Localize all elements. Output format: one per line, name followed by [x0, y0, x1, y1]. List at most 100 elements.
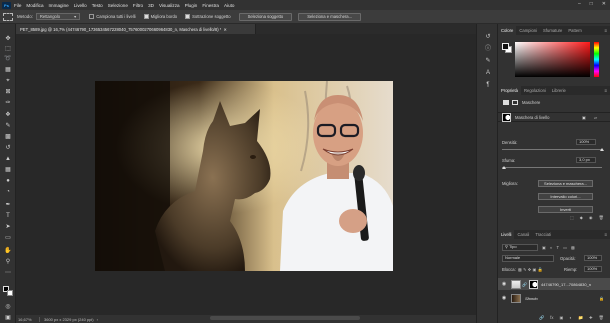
- tab-patterns[interactable]: Pattern: [565, 26, 585, 35]
- eraser-tool-icon[interactable]: ▲: [4, 156, 12, 163]
- document-image[interactable]: [95, 81, 393, 271]
- path-selection-tool-icon[interactable]: ➤: [4, 224, 12, 231]
- crop-tool-icon[interactable]: ⌖: [4, 78, 12, 85]
- type-tool-icon[interactable]: T: [4, 213, 12, 220]
- horizontal-scrollbar[interactable]: [210, 316, 360, 320]
- brush-tool-icon[interactable]: ✎: [4, 123, 12, 130]
- apply-mask-icon[interactable]: ◆: [580, 215, 583, 221]
- blur-tool-icon[interactable]: ●: [4, 178, 12, 185]
- quick-mask-icon[interactable]: ◎: [4, 304, 12, 311]
- tab-color[interactable]: Colore: [498, 26, 517, 35]
- tab-properties[interactable]: Proprietà: [498, 86, 521, 95]
- menu-filter[interactable]: Filtro: [133, 3, 143, 8]
- paragraph-panel-icon[interactable]: ¶: [484, 82, 492, 89]
- add-mask-icon[interactable]: ▣: [582, 115, 586, 120]
- maximize-icon[interactable]: □: [590, 1, 593, 7]
- fill-input[interactable]: 100%: [584, 266, 602, 272]
- color-picker-field[interactable]: [515, 42, 590, 77]
- panel-menu-icon[interactable]: ≡: [604, 88, 607, 93]
- lock-icons[interactable]: ▩ ✎ ✥ ▣ 🔒: [518, 267, 543, 273]
- history-panel-icon[interactable]: ↺: [484, 34, 492, 41]
- blend-mode-select[interactable]: Normale: [502, 255, 554, 262]
- brush-panel-icon[interactable]: ✎: [484, 58, 492, 65]
- layer-row-background[interactable]: ◉ Sfondo 🔒: [498, 292, 610, 304]
- clone-stamp-tool-icon[interactable]: ▩: [4, 134, 12, 141]
- menu-view[interactable]: Visualizza: [159, 3, 180, 8]
- dodge-tool-icon[interactable]: ◔: [4, 189, 12, 196]
- link-icon[interactable]: 🔗: [522, 282, 527, 287]
- density-slider-knob[interactable]: [600, 148, 604, 151]
- sample-all-layers-checkbox[interactable]: Campiona tutti i livelli: [89, 14, 136, 19]
- menu-layer[interactable]: Livello: [74, 3, 87, 8]
- visibility-icon[interactable]: ◉: [589, 215, 593, 221]
- menu-image[interactable]: Immagine: [49, 3, 69, 8]
- layer-row-portrait[interactable]: ◉ 🔗 44746790_17...70864830_n: [498, 278, 610, 290]
- mask-thumbnail[interactable]: [502, 112, 511, 122]
- move-tool-icon[interactable]: ✥: [4, 36, 12, 43]
- menu-3d[interactable]: 3D: [148, 3, 154, 8]
- eye-icon[interactable]: ◉: [500, 295, 508, 301]
- tab-swatches[interactable]: Campioni: [516, 26, 540, 35]
- tab-channels[interactable]: Canali: [514, 230, 532, 239]
- color-range-button[interactable]: Intervallo colori...: [538, 193, 593, 200]
- load-selection-icon[interactable]: ⬚: [570, 215, 574, 221]
- layer-name[interactable]: 44746790_17...70864830_n: [541, 282, 591, 287]
- info-panel-icon[interactable]: ⓘ: [484, 46, 492, 53]
- method-select[interactable]: Rettangolo ▾: [35, 13, 81, 20]
- minimize-icon[interactable]: –: [578, 1, 581, 7]
- panel-menu-icon[interactable]: ≡: [604, 28, 607, 33]
- feather-input[interactable]: 3,0 px: [576, 157, 596, 163]
- lock-icon[interactable]: 🔒: [599, 296, 604, 301]
- density-input[interactable]: 100%: [576, 139, 596, 145]
- tab-libraries[interactable]: Librerie: [549, 86, 569, 95]
- feather-slider[interactable]: [502, 167, 602, 168]
- type-filter-icon[interactable]: T: [557, 245, 560, 250]
- vector-mask-add-icon[interactable]: ▱: [594, 115, 597, 120]
- rectangle-tool-icon[interactable]: ▭: [4, 235, 12, 242]
- tab-paths[interactable]: Tracciati: [532, 230, 554, 239]
- trash-icon[interactable]: 🗑: [599, 215, 604, 221]
- pixel-mask-icon[interactable]: [503, 100, 509, 105]
- menu-help[interactable]: Aiuto: [224, 3, 234, 8]
- menu-edit[interactable]: Modifica: [26, 3, 43, 8]
- link-layers-icon[interactable]: 🔗: [539, 315, 544, 321]
- hue-slider[interactable]: [594, 42, 599, 77]
- foreground-color-swatch[interactable]: [502, 43, 509, 50]
- adjustment-layer-icon[interactable]: ◐: [569, 315, 572, 321]
- lasso-tool-icon[interactable]: ➰: [4, 56, 12, 63]
- menu-file[interactable]: File: [14, 3, 21, 8]
- menu-window[interactable]: Finestra: [202, 3, 219, 8]
- eyedropper-tool-icon[interactable]: ✑: [4, 100, 12, 107]
- subtract-subject-checkbox[interactable]: Sottrazione soggetto: [185, 14, 231, 19]
- document-tab[interactable]: PET_8589.jpg @ 16,7% (44746790_173653456…: [16, 24, 256, 34]
- layer-mask-thumbnail[interactable]: [528, 279, 538, 289]
- healing-brush-tool-icon[interactable]: ❖: [4, 112, 12, 119]
- trash-icon[interactable]: 🗑: [599, 315, 604, 321]
- adjustment-filter-icon[interactable]: ◐: [550, 245, 553, 250]
- close-icon[interactable]: ✕: [602, 1, 606, 7]
- character-panel-icon[interactable]: A: [484, 70, 492, 77]
- opacity-input[interactable]: 100%: [584, 255, 602, 261]
- gradient-tool-icon[interactable]: ▦: [4, 167, 12, 174]
- smart-filter-icon[interactable]: ▩: [571, 245, 575, 250]
- zoom-tool-icon[interactable]: ⚲: [4, 259, 12, 266]
- more-tools-icon[interactable]: ⋯: [4, 270, 12, 277]
- add-mask-icon[interactable]: ▣: [559, 315, 563, 321]
- fx-icon[interactable]: fx: [550, 315, 553, 321]
- pen-tool-icon[interactable]: ✒: [4, 202, 12, 209]
- menu-type[interactable]: Testo: [92, 3, 103, 8]
- frame-tool-icon[interactable]: ⊠: [4, 89, 12, 96]
- feather-slider-knob[interactable]: [502, 166, 506, 169]
- panel-menu-icon[interactable]: ≡: [604, 232, 607, 237]
- tab-layers[interactable]: Livelli: [498, 230, 515, 239]
- hand-tool-icon[interactable]: ✋: [4, 248, 12, 255]
- vector-mask-icon[interactable]: [512, 100, 518, 105]
- tab-adjustments[interactable]: Regolazioni: [521, 86, 549, 95]
- close-tab-icon[interactable]: ✕: [223, 27, 227, 32]
- tab-gradients[interactable]: Sfumature: [540, 26, 565, 35]
- select-and-mask-button[interactable]: Seleziona e maschera...: [298, 12, 362, 21]
- object-selection-tool-icon[interactable]: [3, 12, 13, 21]
- group-icon[interactable]: 📁: [578, 315, 583, 321]
- shape-filter-icon[interactable]: ▭: [563, 245, 567, 250]
- layer-name[interactable]: Sfondo: [525, 296, 538, 301]
